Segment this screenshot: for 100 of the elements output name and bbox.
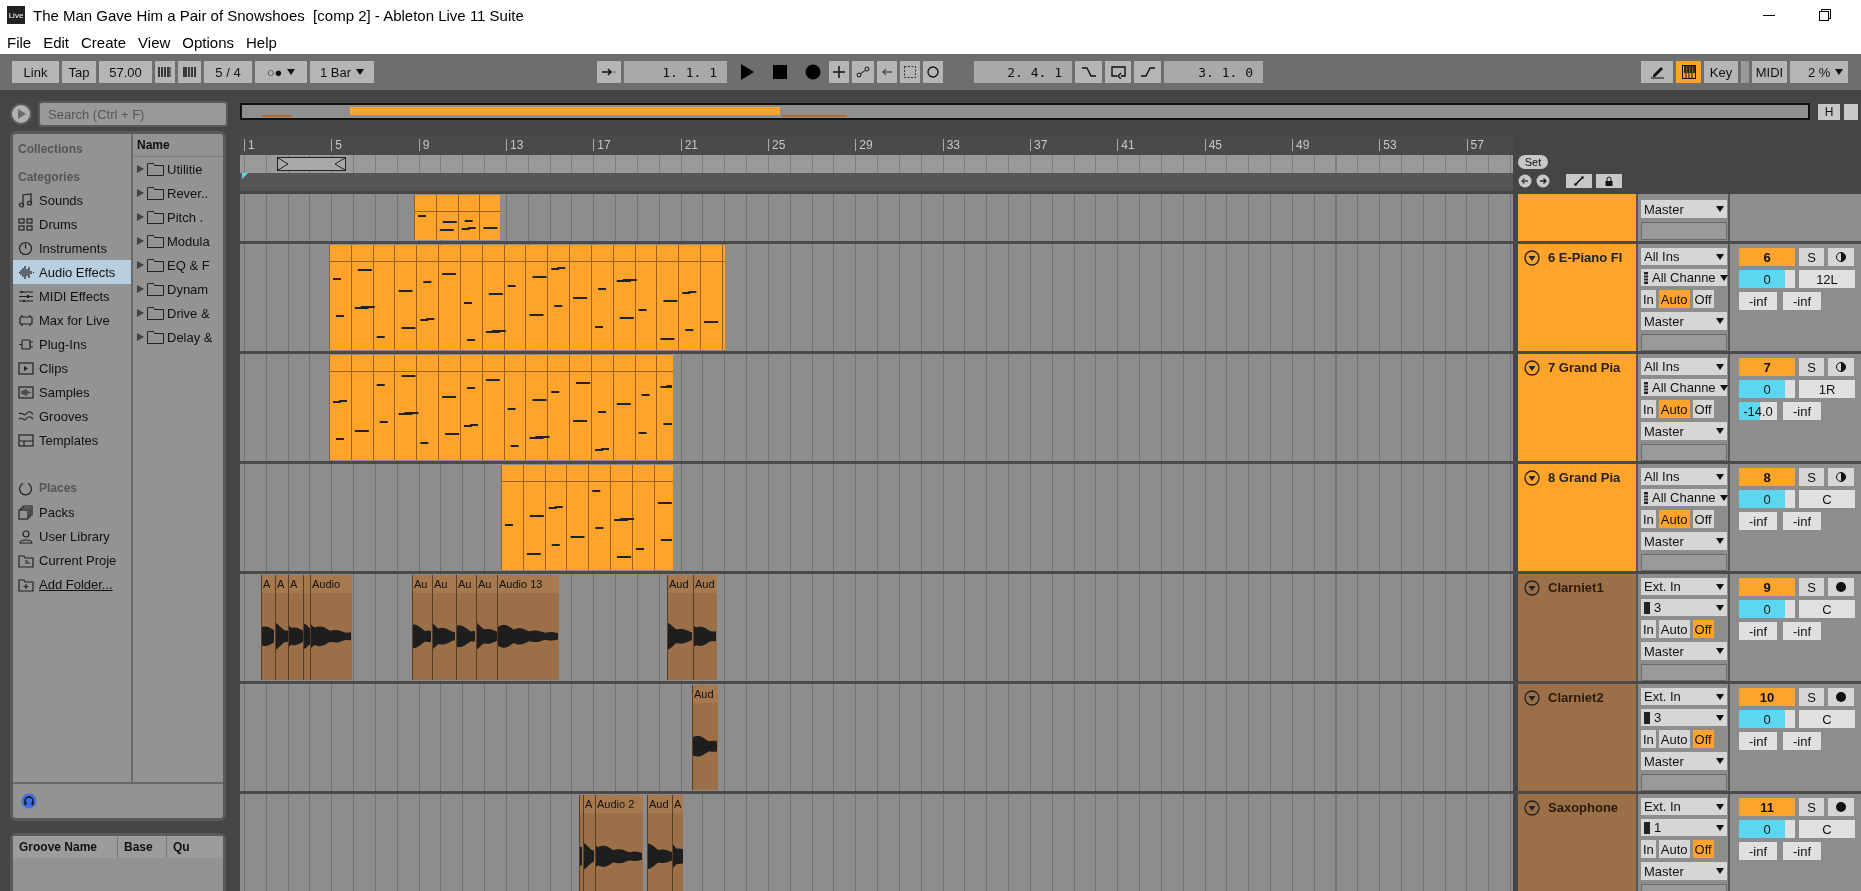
volume-field[interactable]: 0 bbox=[1739, 820, 1795, 838]
output-channel-field[interactable] bbox=[1641, 222, 1727, 240]
follow-button[interactable] bbox=[597, 61, 621, 83]
input-type-dropdown[interactable]: Ext. In bbox=[1641, 798, 1727, 816]
audio-clip[interactable]: A bbox=[288, 575, 303, 680]
track-header[interactable]: 6 E-Piano Fl bbox=[1518, 244, 1636, 351]
track-lane[interactable] bbox=[240, 464, 1513, 571]
solo-button[interactable]: S bbox=[1799, 248, 1824, 266]
audio-clip[interactable]: Audio 13 bbox=[497, 575, 559, 680]
volume-field[interactable]: 0 bbox=[1739, 380, 1795, 398]
play-icon[interactable] bbox=[738, 63, 756, 81]
track-activator-button[interactable]: 9 bbox=[1739, 578, 1795, 596]
audio-clip[interactable]: A bbox=[583, 795, 595, 891]
folder-item[interactable]: Rever.. bbox=[133, 181, 215, 205]
output-channel-field[interactable] bbox=[1641, 773, 1727, 791]
key-map-button[interactable]: Key bbox=[1704, 61, 1738, 83]
input-channel-dropdown[interactable]: 3 bbox=[1641, 709, 1727, 727]
category-item[interactable]: Sounds bbox=[13, 188, 131, 212]
keyboard-button[interactable] bbox=[1676, 61, 1701, 83]
place-item[interactable]: User Library bbox=[13, 524, 131, 548]
input-channel-dropdown[interactable]: 3 bbox=[1641, 599, 1727, 617]
collapse-icon[interactable] bbox=[1524, 360, 1540, 376]
output-channel-field[interactable] bbox=[1641, 553, 1727, 571]
category-item[interactable]: Max for Live bbox=[13, 308, 131, 332]
monitor-button[interactable]: Auto bbox=[1658, 290, 1690, 309]
monitor-button[interactable]: In bbox=[1641, 840, 1656, 859]
pan-field[interactable]: 1R bbox=[1799, 380, 1855, 398]
session-record-button[interactable] bbox=[923, 61, 943, 83]
time-signature-field[interactable]: 5 / 4 bbox=[204, 61, 252, 83]
track-lane[interactable] bbox=[240, 244, 1513, 351]
headphones-icon[interactable] bbox=[21, 793, 37, 809]
monitor-button[interactable]: Off bbox=[1692, 730, 1714, 749]
solo-button[interactable]: S bbox=[1799, 358, 1824, 376]
pan-field[interactable]: C bbox=[1799, 820, 1855, 838]
track-header[interactable]: 7 Grand Pia bbox=[1518, 354, 1636, 461]
arm-button[interactable] bbox=[1828, 358, 1854, 376]
output-dropdown[interactable]: Master bbox=[1641, 422, 1727, 440]
pan-field[interactable]: 12L bbox=[1799, 270, 1855, 288]
menu-item[interactable]: View bbox=[132, 33, 177, 51]
menu-item[interactable]: File bbox=[1, 33, 38, 51]
volume-field[interactable]: 0 bbox=[1739, 600, 1795, 618]
loop-length-field[interactable]: 3. 1. 0 bbox=[1164, 61, 1263, 83]
folder-item[interactable]: Dynam bbox=[133, 277, 215, 301]
monitor-button[interactable]: Off bbox=[1692, 290, 1714, 309]
monitor-button[interactable]: Off bbox=[1692, 620, 1714, 639]
fold-button[interactable] bbox=[1566, 174, 1592, 188]
audio-clip[interactable]: Aud bbox=[693, 575, 717, 680]
place-item[interactable]: Packs bbox=[13, 500, 131, 524]
category-item[interactable]: MIDI Effects bbox=[13, 284, 131, 308]
arm-button[interactable] bbox=[1828, 468, 1854, 486]
loop-button[interactable] bbox=[1105, 61, 1131, 83]
audio-clip[interactable]: Aud bbox=[667, 575, 693, 680]
loop-brace-drawing[interactable] bbox=[277, 157, 346, 171]
folder-item[interactable]: EQ & F bbox=[133, 253, 216, 277]
loop-start-field[interactable]: 2. 4. 1 bbox=[974, 61, 1072, 83]
folder-item[interactable]: Utilitie bbox=[133, 157, 209, 181]
category-item[interactable]: Templates bbox=[13, 428, 131, 452]
lock-button[interactable] bbox=[1596, 174, 1622, 188]
folder-item[interactable]: Delay & bbox=[133, 325, 219, 349]
set-button[interactable]: Set bbox=[1518, 155, 1548, 169]
collapse-icon[interactable] bbox=[1524, 250, 1540, 266]
audio-clip[interactable]: Audio 2 bbox=[595, 795, 643, 891]
tempo-field[interactable]: 57.00 bbox=[99, 61, 152, 83]
pan-field[interactable]: C bbox=[1799, 600, 1855, 618]
output-channel-field[interactable] bbox=[1641, 333, 1727, 351]
audio-clip[interactable]: Audio bbox=[310, 575, 352, 680]
bar-ruler[interactable]: 1 5 9 13 17 21 25 29 33 37 41 45 49 53 57 bbox=[240, 135, 1513, 155]
category-item[interactable]: Audio Effects bbox=[13, 260, 131, 284]
input-channel-dropdown[interactable]: All Channe bbox=[1641, 379, 1727, 397]
track-activator-button[interactable]: 10 bbox=[1739, 688, 1795, 706]
output-dropdown[interactable]: Master bbox=[1641, 312, 1727, 330]
monitor-button[interactable]: In bbox=[1641, 510, 1656, 529]
audio-clip[interactable]: Aud bbox=[647, 795, 672, 891]
monitor-button[interactable]: Auto bbox=[1658, 620, 1690, 639]
menu-item[interactable]: Options bbox=[176, 33, 240, 51]
category-item[interactable]: Plug-Ins bbox=[13, 332, 131, 356]
menu-item[interactable]: Edit bbox=[37, 33, 76, 51]
input-channel-dropdown[interactable]: All Channe bbox=[1641, 489, 1727, 507]
automation-button[interactable] bbox=[852, 61, 874, 83]
audio-clip[interactable]: Au bbox=[412, 575, 432, 680]
input-type-dropdown[interactable]: All Ins bbox=[1641, 358, 1727, 376]
audio-clip[interactable]: Au bbox=[476, 575, 497, 680]
monitor-button[interactable]: Off bbox=[1692, 510, 1714, 529]
monitor-button[interactable]: In bbox=[1641, 400, 1656, 419]
cpu-load-dropdown[interactable]: 2 % bbox=[1790, 61, 1848, 83]
input-channel-dropdown[interactable]: 1 bbox=[1641, 819, 1727, 837]
nudge-up-button[interactable] bbox=[178, 61, 201, 83]
track-header[interactable]: 8 Grand Pia bbox=[1518, 464, 1636, 571]
place-item[interactable]: Current Proje bbox=[13, 548, 131, 572]
punch-in-button[interactable] bbox=[1075, 61, 1102, 83]
capture-button[interactable] bbox=[900, 61, 920, 83]
monitor-button[interactable]: Auto bbox=[1658, 510, 1690, 529]
midi-clip[interactable] bbox=[329, 355, 673, 460]
audio-clip[interactable]: Au bbox=[456, 575, 476, 680]
audio-clip[interactable]: A bbox=[672, 795, 683, 891]
collapse-icon[interactable] bbox=[1524, 470, 1540, 486]
restore-icon[interactable] bbox=[1819, 9, 1831, 21]
category-item[interactable]: Drums bbox=[13, 212, 131, 236]
midi-clip[interactable] bbox=[329, 245, 725, 350]
midi-clip[interactable] bbox=[501, 465, 673, 570]
